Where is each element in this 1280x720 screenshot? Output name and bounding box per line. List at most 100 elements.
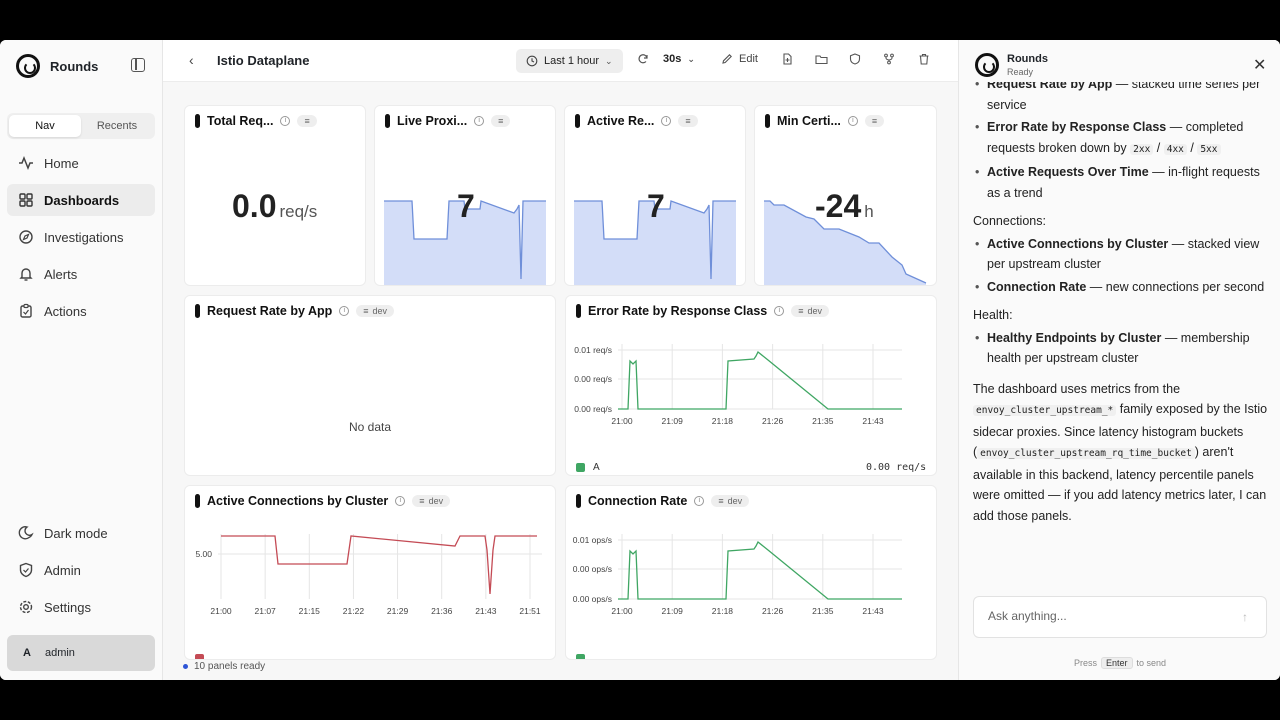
panel-header: Active Re... i ≡ [575,114,698,128]
folder-icon[interactable] [815,53,828,65]
panel-active-connections[interactable]: Active Connections by Cluster i ≡ dev 5.0… [184,485,556,660]
inline-code: 4xx [1163,143,1187,155]
grid-icon [18,192,34,208]
panel-connection-rate[interactable]: Connection Rate i ≡ dev 0.01 ops/s 0.00 op… [565,485,937,660]
nav-item-settings[interactable]: Settings [7,591,155,623]
send-arrow-icon[interactable]: ↑ [1242,610,1248,624]
item-title: Active Requests Over Time [987,165,1149,179]
info-icon[interactable]: i [339,306,350,316]
no-data-message: No data [349,420,392,434]
x-tick-label: 21:09 [662,416,684,426]
tab-nav[interactable]: Nav [9,115,81,137]
info-icon[interactable]: i [847,116,858,126]
panel-header: Connection Rate i ≡ dev [576,494,750,508]
datasource-tag: ≡ dev [412,495,451,507]
info-icon[interactable]: i [395,496,406,506]
nav-tabs: Nav Recents [7,113,155,139]
panel-min-cert[interactable]: Min Certi... i ≡ -24 h [754,105,937,286]
back-chevron-icon[interactable]: ‹ [189,52,194,68]
info-icon[interactable]: i [280,116,291,126]
datasource-icon: ≡ [864,115,885,127]
panel-marker [385,114,390,128]
y-tick-label: 0.00 ops/s [573,594,612,604]
x-tick-label: 21:29 [387,606,409,616]
nav-item-dashboards[interactable]: Dashboards [7,184,155,216]
tag-label: dev [372,306,388,316]
x-tick-label: 21:18 [712,416,734,426]
tab-recents[interactable]: Recents [81,115,153,137]
inline-code: 2xx [1130,143,1154,155]
info-icon[interactable]: i [694,496,705,506]
y-tick-label: 0.00 ops/s [573,564,612,574]
nav-item-investigations[interactable]: Investigations [7,221,155,253]
dashboard-toolbar: ‹ Istio Dataplane Last 1 hour ⌄ 30s ⌄ Ed… [163,40,958,82]
nav-label: Dark mode [44,525,108,541]
time-range-picker[interactable]: Last 1 hour ⌄ [516,49,623,73]
activity-icon [18,155,34,171]
trash-icon[interactable] [918,53,930,65]
user-menu[interactable]: A admin [7,635,155,671]
panel-title: Active Connections by Cluster [207,494,389,508]
dark-mode-toggle[interactable]: Dark mode [7,517,155,549]
close-icon[interactable]: ✕ [1253,55,1266,75]
x-tick-label: 21:00 [611,606,633,616]
moon-icon [18,525,34,541]
legend[interactable]: A [576,462,600,473]
y-tick-label: 0.00 req/s [574,374,612,384]
inline-code: envoy_cluster_upstream_* [973,405,1117,416]
section-heading: Connections: [973,214,1046,228]
info-icon[interactable]: i [774,306,785,316]
list-health: Healthy Endpoints by Cluster — membershi… [973,328,1273,369]
section-heading: Health: [973,308,1013,322]
panel-total-requests[interactable]: Total Req... i ≡ 0.0 req/s [184,105,366,286]
edit-button[interactable]: Edit [721,53,758,65]
gear-icon [18,599,34,615]
assistant-status: Ready [1007,67,1034,77]
refresh-icon[interactable] [637,53,649,65]
assistant-panel: Request Rate by App — stacked time serie… [958,40,1280,680]
stat-unit: req/s [279,202,318,221]
chat-input[interactable] [988,609,1228,623]
bell-icon [18,266,34,282]
panel-marker [195,114,200,128]
list-item: Healthy Endpoints by Cluster — membershi… [975,328,1273,369]
y-tick-label: 0.01 req/s [574,345,612,355]
legend-label: A [593,462,600,473]
nav-item-alerts[interactable]: Alerts [7,258,155,290]
stat-number: 0.0 [232,188,277,224]
panel-error-rate[interactable]: Error Rate by Response Class i ≡ dev 0.01… [565,295,937,476]
branch-icon[interactable] [883,53,895,65]
nav-item-admin[interactable]: Admin [7,554,155,586]
collapse-sidebar-icon[interactable] [131,58,145,72]
nav-item-actions[interactable]: Actions [7,295,155,327]
datasource-tag: ≡ dev [791,305,830,317]
pencil-icon [722,54,732,64]
hint-text: to send [1136,658,1167,668]
x-tick-label: 21:07 [255,606,277,616]
hint-text: Press [1074,658,1098,668]
list-item: Connection Rate — new connections per se… [975,277,1273,298]
info-icon[interactable]: i [661,116,672,126]
panel-active-requests[interactable]: Active Re... i ≡ 7 [564,105,746,286]
info-icon[interactable]: i [474,116,485,126]
x-tick-label: 21:35 [812,606,834,616]
shield-icon[interactable] [849,53,861,65]
status-bar: 10 panels ready [183,661,265,672]
brand-name: Rounds [50,58,99,74]
panel-marker [576,304,581,318]
legend-swatch [195,654,204,659]
panel-live-proxies[interactable]: Live Proxi... i ≡ 7 [374,105,556,286]
refresh-interval-select[interactable]: 30s ⌄ [663,53,695,65]
chat-input-box[interactable]: ↑ [973,596,1267,638]
nav-label: Home [44,155,79,171]
x-tick-label: 21:51 [519,606,541,616]
add-panel-icon[interactable] [781,53,793,65]
panel-request-rate[interactable]: Request Rate by App i ≡ dev No data [184,295,556,476]
avatar: A [23,647,31,659]
rounds-logo-icon [16,54,40,78]
nav-item-home[interactable]: Home [7,147,155,179]
panel-header: Request Rate by App i ≡ dev [195,304,395,318]
enter-key: Enter [1101,657,1133,669]
assistant-name: Rounds [1007,53,1048,65]
brand[interactable]: Rounds [16,54,98,78]
